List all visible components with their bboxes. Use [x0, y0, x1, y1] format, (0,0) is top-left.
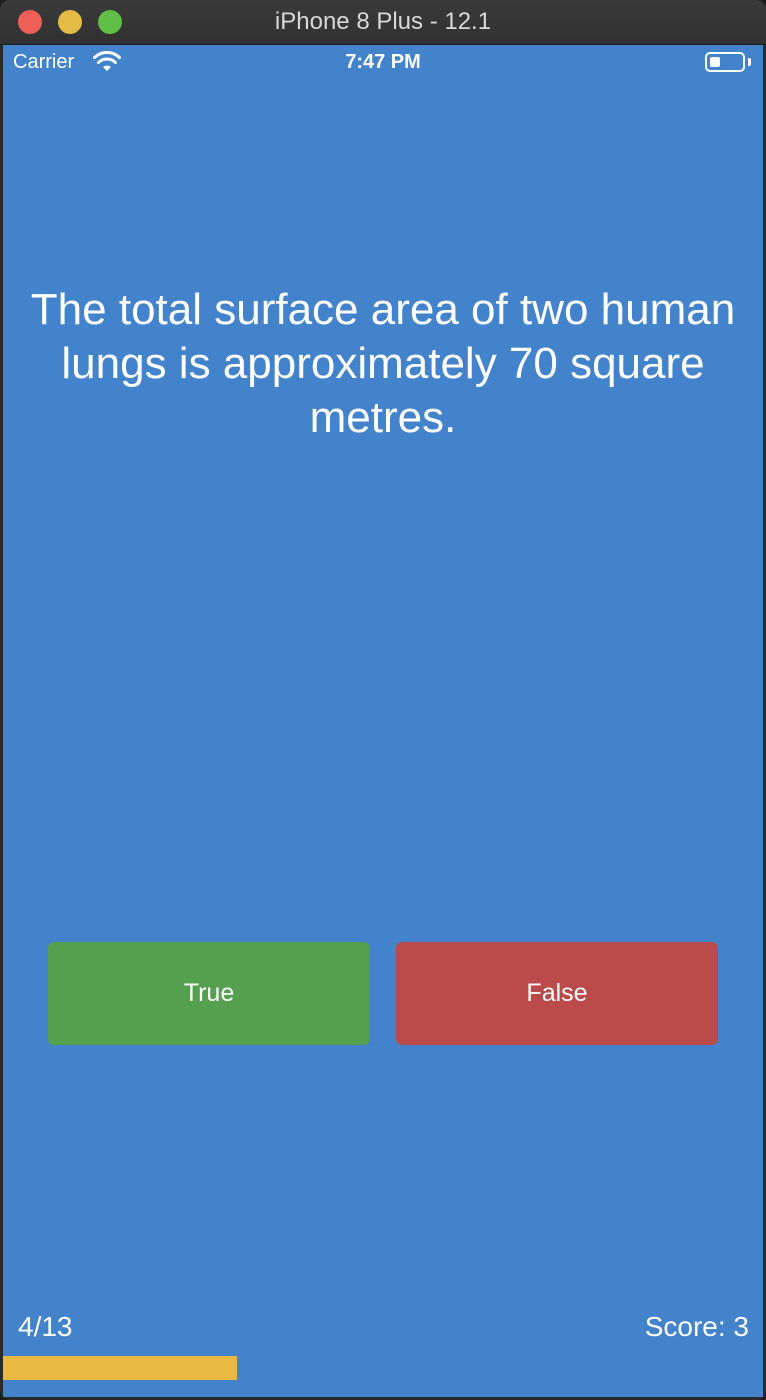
status-time: 7:47 PM — [345, 51, 421, 73]
progress-bar-fill — [3, 1356, 237, 1380]
progress-bar — [3, 1356, 763, 1380]
simulator-window: iPhone 8 Plus - 12.1 Carrier 7:47 PM The… — [0, 0, 766, 1400]
app-screen: Carrier 7:47 PM The total surface area o… — [3, 45, 763, 1397]
score-label: Score: 3 — [644, 1311, 749, 1342]
window-title: iPhone 8 Plus - 12.1 — [274, 8, 492, 35]
battery-icon — [705, 52, 745, 72]
false-button[interactable]: False — [396, 942, 718, 1045]
true-button[interactable]: True — [48, 942, 370, 1045]
status-bar: Carrier 7:47 PM — [3, 45, 763, 85]
battery-level-fill — [710, 57, 720, 67]
question-text: The total surface area of two human lung… — [30, 285, 736, 442]
battery-tip — [748, 58, 751, 66]
question-progress-label: 4/13 — [18, 1311, 73, 1342]
title-bar: iPhone 8 Plus - 12.1 — [0, 0, 766, 45]
